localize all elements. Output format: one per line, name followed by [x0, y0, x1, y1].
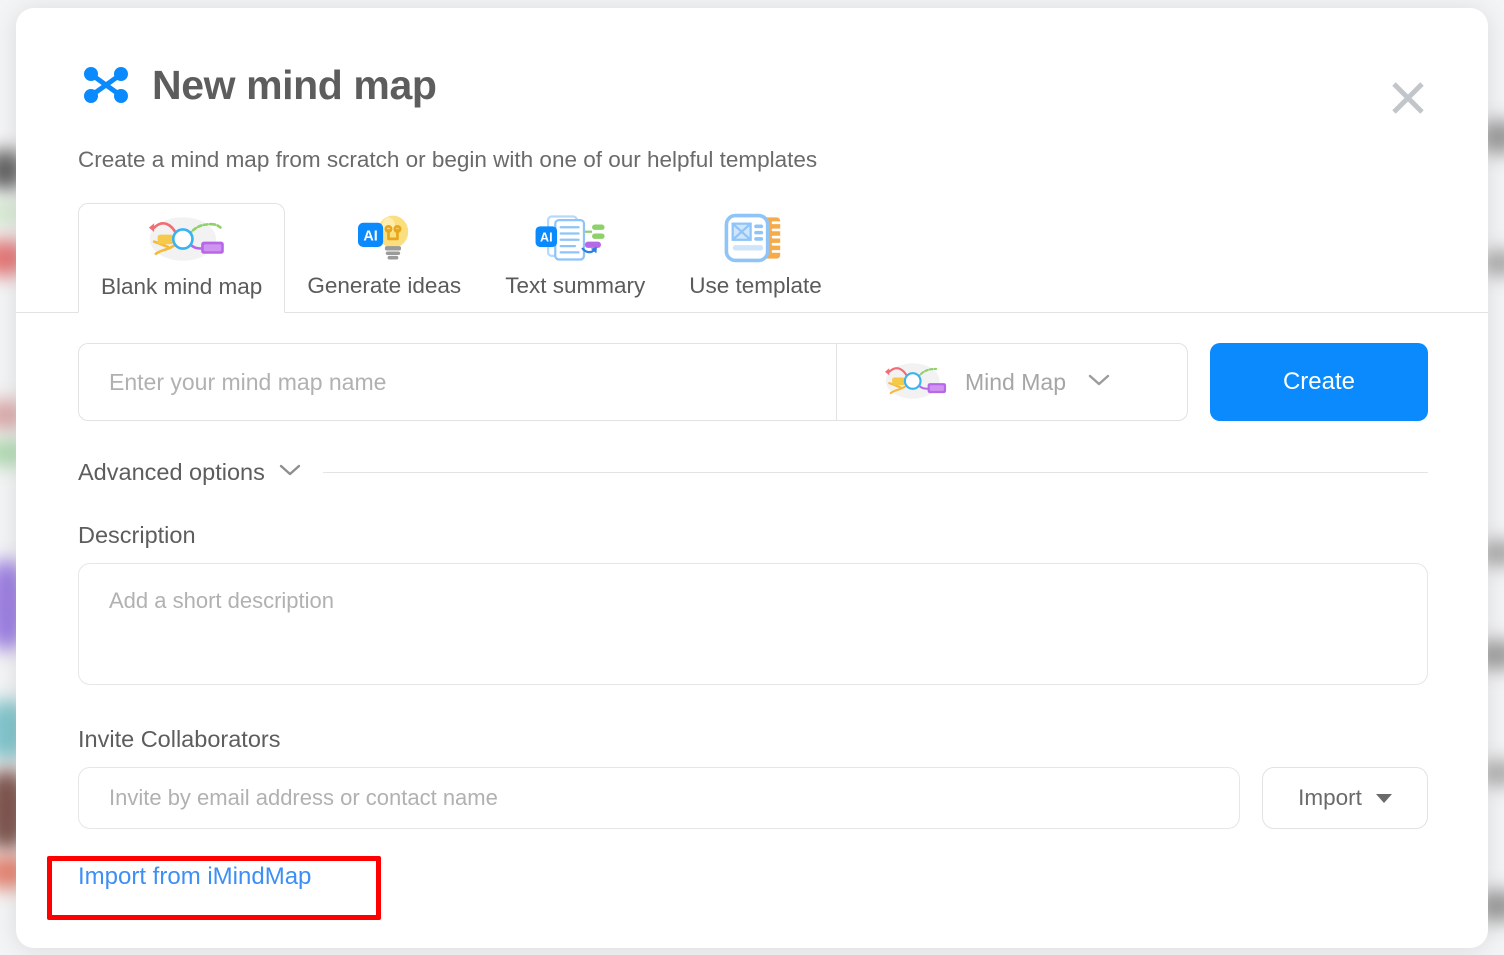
- template-tabs: Blank mind map AI Generate ideas AI Text…: [16, 203, 1488, 313]
- dialog-subtitle: Create a mind map from scratch or begin …: [78, 147, 818, 172]
- tab-generate-ideas[interactable]: AI Generate ideas: [285, 202, 483, 312]
- tab-label: Use template: [689, 273, 822, 298]
- map-type-select[interactable]: Mind Map: [836, 343, 1188, 421]
- collaborators-input[interactable]: [78, 767, 1240, 829]
- chevron-down-icon: [1088, 373, 1110, 392]
- caret-down-icon: [1375, 793, 1392, 803]
- tab-label: Text summary: [505, 273, 646, 298]
- tab-label: Blank mind map: [101, 274, 263, 299]
- close-icon[interactable]: [1380, 70, 1436, 126]
- dialog-header: New mind map: [16, 8, 1488, 114]
- map-type-value: Mind Map: [965, 368, 1066, 395]
- tab-text-summary[interactable]: AI Text summary: [483, 202, 667, 312]
- description-field-wrap: [16, 549, 1488, 690]
- advanced-options-toggle[interactable]: Advanced options: [78, 459, 301, 486]
- tab-blank-mind-map[interactable]: Blank mind map: [78, 203, 286, 313]
- collaborators-label: Invite Collaborators: [78, 726, 281, 752]
- create-button[interactable]: Create: [1210, 343, 1428, 421]
- create-form-row: Mind Map Create: [16, 313, 1488, 421]
- import-button-label: Import: [1298, 785, 1362, 810]
- svg-text:AI: AI: [540, 231, 553, 245]
- footer-link-zone: Import from iMindMap: [16, 829, 1488, 920]
- ai-lightbulb-icon: AI: [349, 213, 419, 263]
- advanced-options-row: Advanced options: [16, 421, 1488, 486]
- import-button[interactable]: Import: [1262, 767, 1428, 829]
- page-title: New mind map: [152, 61, 437, 108]
- template-ruler-icon: [719, 213, 793, 263]
- mind-map-sketch-icon: [130, 214, 234, 264]
- tab-use-template[interactable]: Use template: [667, 202, 844, 312]
- description-input[interactable]: [78, 563, 1428, 685]
- divider: [322, 472, 1428, 473]
- mindmeister-nodes-icon: [78, 62, 134, 108]
- description-label: Description: [78, 522, 196, 548]
- svg-text:AI: AI: [364, 229, 378, 245]
- mind-map-name-input[interactable]: [78, 343, 836, 421]
- mind-map-sketch-icon: [875, 359, 949, 405]
- new-mind-map-dialog: New mind map Create a mind map from scra…: [16, 8, 1488, 948]
- tab-label: Generate ideas: [307, 273, 462, 298]
- import-from-imindmap-link[interactable]: Import from iMindMap: [78, 863, 311, 891]
- ai-document-branches-icon: AI: [531, 213, 619, 263]
- chevron-down-icon: [279, 463, 301, 482]
- advanced-options-label: Advanced options: [78, 459, 265, 485]
- collaborators-row: Import: [16, 753, 1488, 829]
